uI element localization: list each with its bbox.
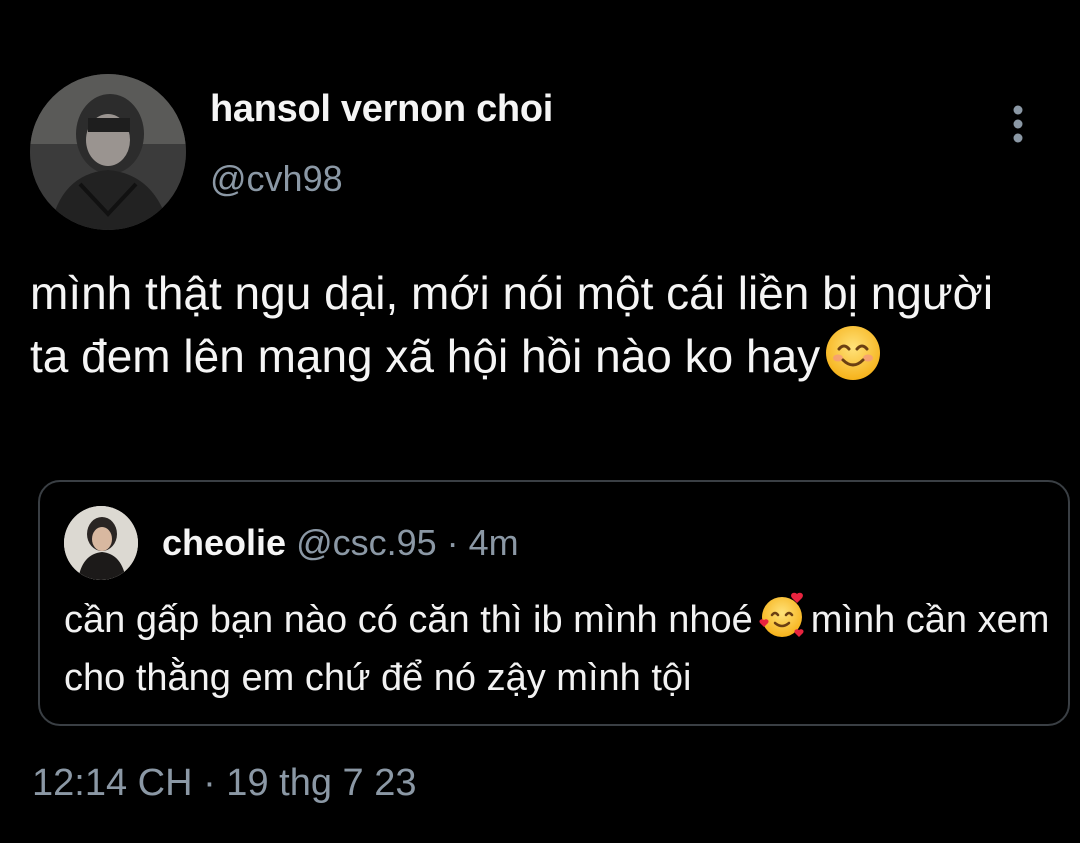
tweet-text: mình thật ngu dại, mới nói một cái liền … <box>30 262 1040 397</box>
author-avatar[interactable] <box>30 74 186 230</box>
smiling-face-icon <box>824 324 882 397</box>
quoted-display-name[interactable]: cheolie <box>162 522 286 563</box>
quoted-meta: @csc.95 · 4m <box>296 522 519 563</box>
vertical-ellipsis-icon <box>1013 105 1023 143</box>
quoted-header: cheolie @csc.95 · 4m <box>162 522 519 564</box>
author-display-name[interactable]: hansol vernon choi <box>210 88 553 131</box>
author-handle[interactable]: @cvh98 <box>210 158 343 200</box>
quoted-author-avatar[interactable] <box>64 506 138 580</box>
quoted-text-part1: cần gấp bạn nào có căn thì ib mình nhoé <box>64 599 753 641</box>
quoted-avatar-photo <box>64 506 138 580</box>
smiling-face-with-hearts-icon <box>757 590 807 653</box>
tweet: hansol vernon choi @cvh98 mình thật ngu … <box>0 0 1080 843</box>
quoted-text: cần gấp bạn nào có căn thì ib mình nhoé … <box>64 590 1054 703</box>
avatar-photo <box>30 74 186 230</box>
more-options-button[interactable] <box>1000 102 1036 146</box>
tweet-timestamp[interactable]: 12:14 CH · 19 thg 7 23 <box>32 762 416 805</box>
quoted-tweet-card[interactable]: cheolie @csc.95 · 4m cần gấp bạn nào có … <box>38 480 1070 726</box>
